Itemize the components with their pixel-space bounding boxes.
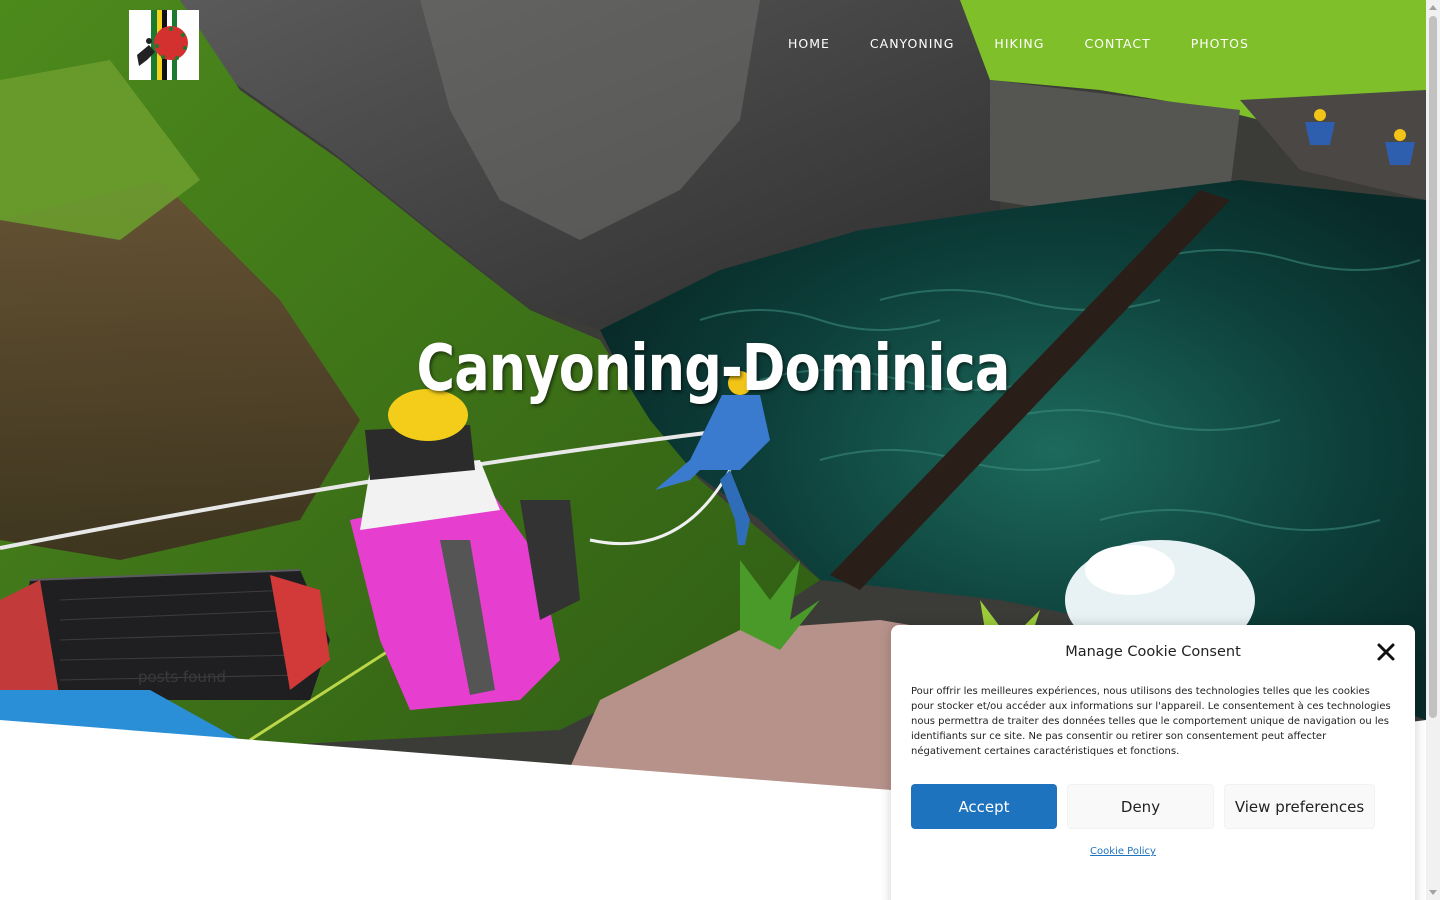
scroll-up-arrow-icon[interactable] — [1429, 5, 1437, 10]
nav-item-canyoning[interactable]: CANYONING — [870, 36, 955, 54]
nav-item-contact[interactable]: CONTACT — [1084, 36, 1150, 54]
cookie-policy-link[interactable]: Cookie Policy — [891, 846, 1355, 857]
scroll-thumb[interactable] — [1429, 16, 1437, 718]
site-logo[interactable] — [129, 10, 199, 80]
close-icon[interactable] — [1375, 641, 1397, 663]
nav-item-photos[interactable]: PHOTOS — [1191, 36, 1249, 54]
cookie-title: Manage Cookie Consent — [1065, 644, 1241, 660]
canyoning-logo-icon — [129, 10, 199, 80]
page: Canyoning-Dominica posts found HOME CANY… — [0, 0, 1440, 900]
deny-button[interactable]: Deny — [1067, 784, 1214, 829]
page-scrollbar[interactable] — [1426, 0, 1440, 900]
view-preferences-button[interactable]: View preferences — [1224, 784, 1375, 829]
main-nav: HOME CANYONING HIKING CONTACT PHOTOS — [788, 36, 1289, 54]
nav-item-home[interactable]: HOME — [788, 36, 830, 54]
cookie-consent-banner: Manage Cookie Consent Pour offrir les me… — [891, 625, 1415, 900]
nav-item-hiking[interactable]: HIKING — [994, 36, 1044, 54]
hero-title: Canyoning-Dominica — [416, 332, 1010, 406]
cookie-description: Pour offrir les meilleures expériences, … — [911, 686, 1391, 757]
accept-button[interactable]: Accept — [911, 784, 1057, 829]
posts-found-text: posts found — [138, 668, 226, 686]
scroll-down-arrow-icon[interactable] — [1429, 890, 1437, 895]
